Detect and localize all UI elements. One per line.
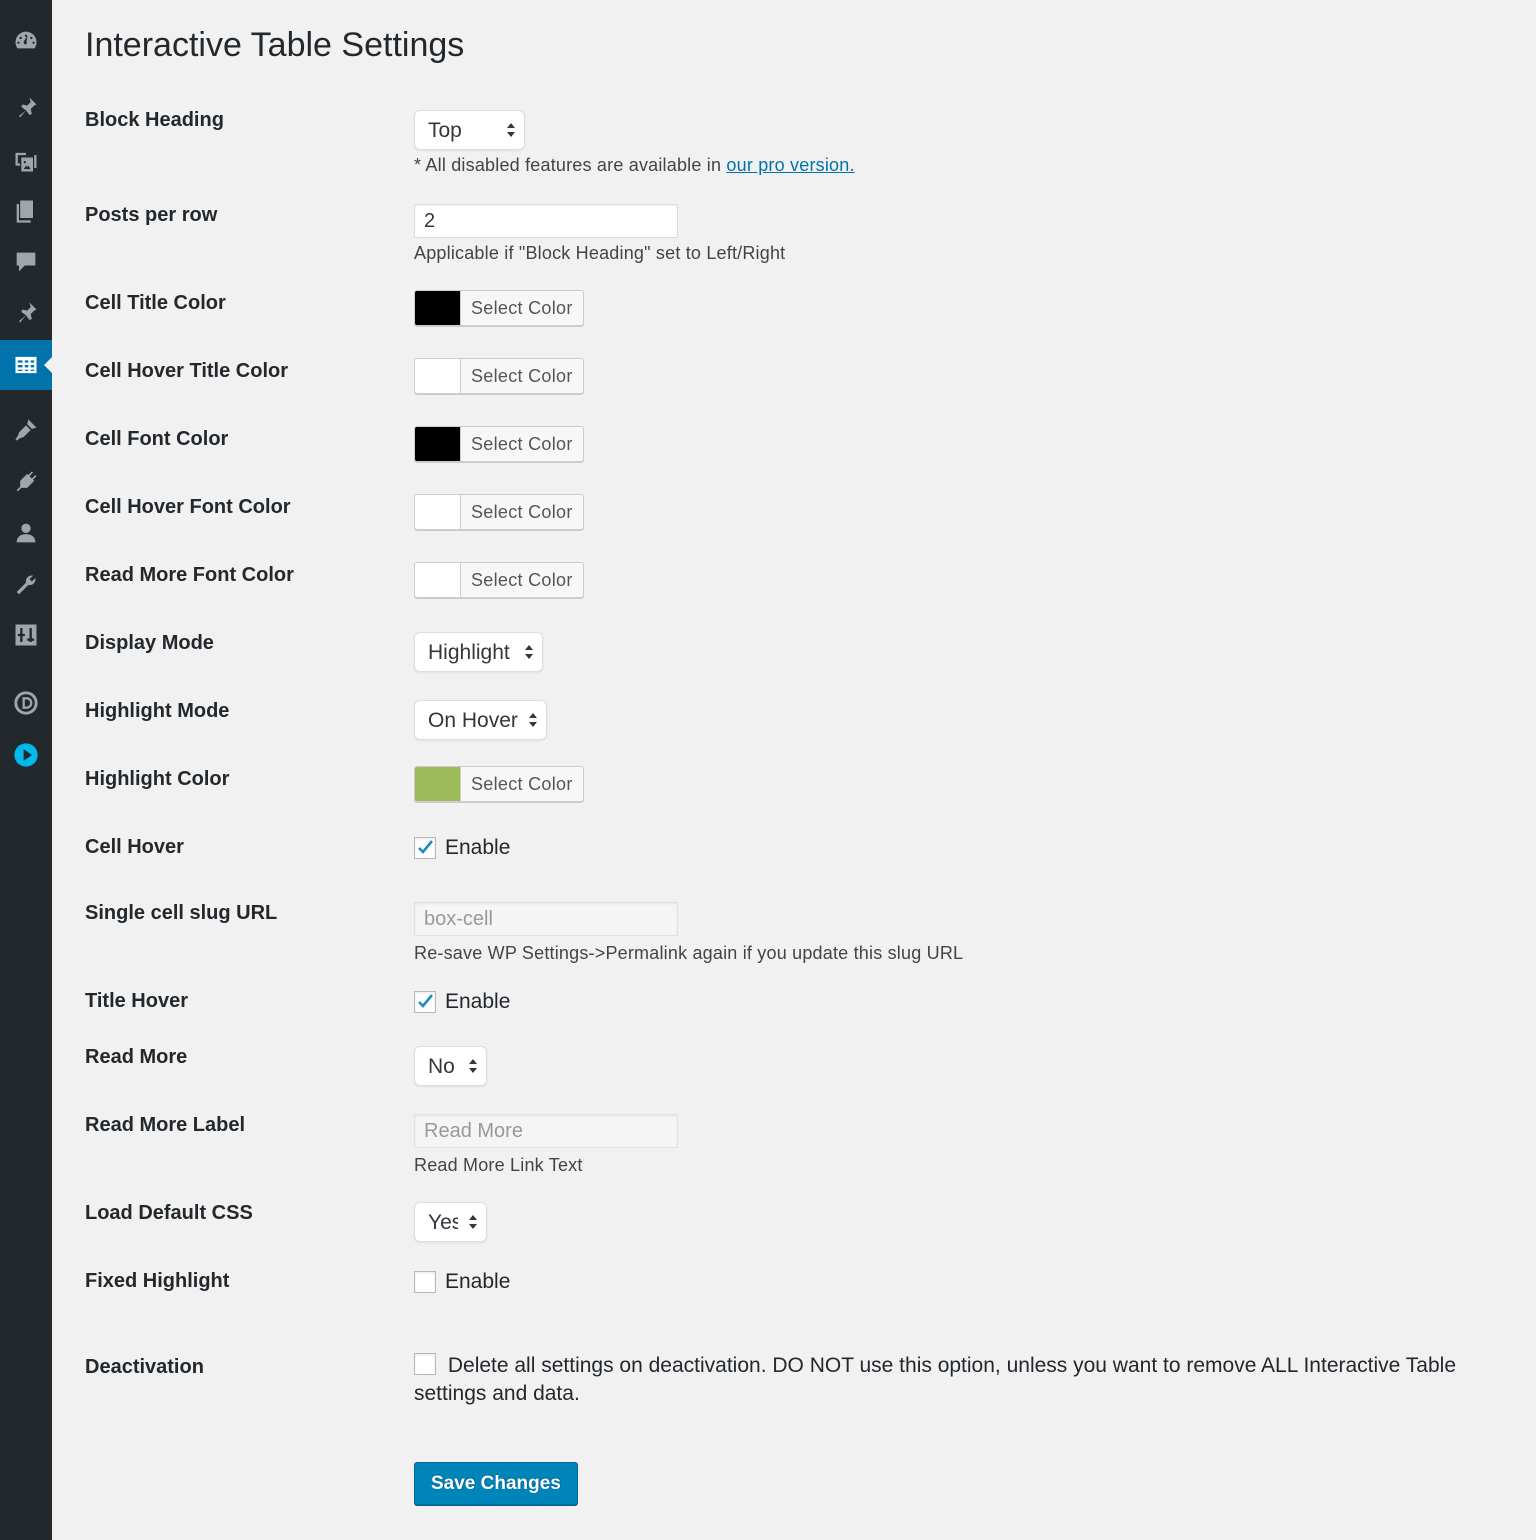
pro-version-link[interactable]: our pro version. bbox=[726, 155, 854, 175]
play-icon[interactable] bbox=[0, 733, 52, 777]
cell-font-color-label: Cell Font Color bbox=[85, 428, 229, 450]
block-heading-label: Block Heading bbox=[85, 109, 224, 131]
read-more-font-color-field: Select Color bbox=[414, 562, 584, 602]
cell-font-color-swatch bbox=[415, 427, 461, 461]
read-more-field: No bbox=[414, 1046, 487, 1086]
page-title: Interactive Table Settings bbox=[85, 26, 465, 64]
deactivation-option: Delete all settings on deactivation. DO … bbox=[414, 1354, 1457, 1405]
read-more-label-field bbox=[414, 1114, 678, 1148]
display-mode-field: Highlight bbox=[414, 632, 543, 672]
save-changes-button[interactable]: Save Changes bbox=[414, 1462, 578, 1505]
select-color-label: Select Color bbox=[471, 569, 573, 590]
cell-title-color-swatch bbox=[415, 291, 461, 325]
pages-icon[interactable] bbox=[0, 189, 52, 233]
read-more-label-desc: Read More Link Text bbox=[414, 1155, 583, 1175]
block-heading-select[interactable]: Top bbox=[414, 110, 525, 150]
plugins-icon[interactable] bbox=[0, 460, 52, 504]
cell-title-color-field: Select Color bbox=[414, 290, 584, 330]
posts-per-row-desc: Applicable if "Block Heading" set to Lef… bbox=[414, 243, 786, 263]
display-mode-label: Display Mode bbox=[85, 632, 214, 654]
fixed-highlight-option: Enable bbox=[445, 1270, 511, 1293]
select-color-label: Select Color bbox=[471, 501, 573, 522]
title-hover-option: Enable bbox=[445, 990, 511, 1013]
single-cell-slug-desc: Re-save WP Settings->Permalink again if … bbox=[414, 943, 964, 963]
pin-icon[interactable] bbox=[0, 86, 52, 130]
read-more-font-color-button[interactable]: Select Color bbox=[414, 562, 584, 598]
settings-icon[interactable] bbox=[0, 613, 52, 657]
read-more-select[interactable]: No bbox=[414, 1046, 487, 1086]
deactivation-label: Deactivation bbox=[85, 1356, 204, 1378]
checkmark-icon bbox=[418, 840, 434, 854]
comments-icon[interactable] bbox=[0, 240, 52, 284]
checkmark-icon bbox=[418, 994, 434, 1008]
read-more-font-color-swatch bbox=[415, 563, 461, 597]
load-default-css-select[interactable]: Yes bbox=[414, 1202, 487, 1242]
pin-icon[interactable] bbox=[0, 291, 52, 335]
fixed-highlight-checkbox[interactable] bbox=[414, 1271, 436, 1293]
title-hover-field: Enable bbox=[414, 990, 510, 1014]
cell-hover-title-color-swatch bbox=[415, 359, 461, 393]
title-hover-label: Title Hover bbox=[85, 990, 188, 1012]
cell-hover-font-color-field: Select Color bbox=[414, 494, 584, 534]
posts-per-row-input[interactable] bbox=[414, 204, 678, 238]
dashboard-icon[interactable] bbox=[0, 19, 52, 63]
cell-hover-label: Cell Hover bbox=[85, 836, 184, 858]
read-more-label-input bbox=[414, 1114, 678, 1148]
posts-per-row-label: Posts per row bbox=[85, 204, 218, 226]
cell-hover-title-color-label: Cell Hover Title Color bbox=[85, 360, 289, 382]
fixed-highlight-field: Enable bbox=[414, 1270, 510, 1294]
highlight-color-swatch bbox=[415, 767, 461, 801]
display-mode-select[interactable]: Highlight bbox=[414, 632, 543, 672]
table-icon[interactable] bbox=[0, 340, 52, 390]
single-cell-slug-input bbox=[414, 902, 678, 936]
pro-version-note: * All disabled features are available in… bbox=[414, 155, 855, 175]
title-hover-checkbox[interactable] bbox=[414, 991, 436, 1013]
block-heading-field: Top bbox=[414, 110, 525, 150]
highlight-mode-field: On Hover bbox=[414, 700, 547, 740]
users-icon[interactable] bbox=[0, 511, 52, 555]
cell-title-color-button[interactable]: Select Color bbox=[414, 290, 584, 326]
load-default-css-field: Yes bbox=[414, 1202, 487, 1242]
highlight-color-label: Highlight Color bbox=[85, 768, 230, 790]
cell-hover-field: Enable bbox=[414, 836, 510, 860]
fixed-highlight-label: Fixed Highlight bbox=[85, 1270, 230, 1292]
appearance-icon[interactable] bbox=[0, 408, 52, 452]
cell-hover-font-color-button[interactable]: Select Color bbox=[414, 494, 584, 530]
tools-icon[interactable] bbox=[0, 563, 52, 607]
read-more-label-label: Read More Label bbox=[85, 1114, 246, 1136]
cell-font-color-field: Select Color bbox=[414, 426, 584, 466]
read-more-font-color-label: Read More Font Color bbox=[85, 564, 294, 586]
cell-hover-font-color-label: Cell Hover Font Color bbox=[85, 496, 291, 518]
highlight-color-button[interactable]: Select Color bbox=[414, 766, 584, 802]
select-color-label: Select Color bbox=[471, 433, 573, 454]
deactivation-field: Delete all settings on deactivation. DO … bbox=[414, 1352, 1494, 1408]
single-cell-slug-field bbox=[414, 902, 678, 936]
cell-font-color-button[interactable]: Select Color bbox=[414, 426, 584, 462]
deactivation-checkbox[interactable] bbox=[414, 1353, 436, 1375]
select-color-label: Select Color bbox=[471, 365, 573, 386]
cell-title-color-label: Cell Title Color bbox=[85, 292, 226, 314]
load-default-css-label: Load Default CSS bbox=[85, 1202, 253, 1224]
highlight-mode-label: Highlight Mode bbox=[85, 700, 230, 722]
select-color-label: Select Color bbox=[471, 773, 573, 794]
posts-per-row-field bbox=[414, 204, 678, 238]
cell-hover-title-color-button[interactable]: Select Color bbox=[414, 358, 584, 394]
select-color-label: Select Color bbox=[471, 297, 573, 318]
cell-hover-font-color-swatch bbox=[415, 495, 461, 529]
cell-hover-title-color-field: Select Color bbox=[414, 358, 584, 398]
cell-hover-checkbox[interactable] bbox=[414, 837, 436, 859]
read-more-label: Read More bbox=[85, 1046, 188, 1068]
highlight-mode-select[interactable]: On Hover bbox=[414, 700, 547, 740]
single-cell-slug-label: Single cell slug URL bbox=[85, 902, 278, 924]
admin-sidebar bbox=[0, 0, 52, 1540]
cell-hover-option: Enable bbox=[445, 836, 511, 859]
highlight-color-field: Select Color bbox=[414, 766, 584, 806]
divi-icon[interactable] bbox=[0, 681, 52, 725]
media-icon[interactable] bbox=[0, 139, 52, 183]
